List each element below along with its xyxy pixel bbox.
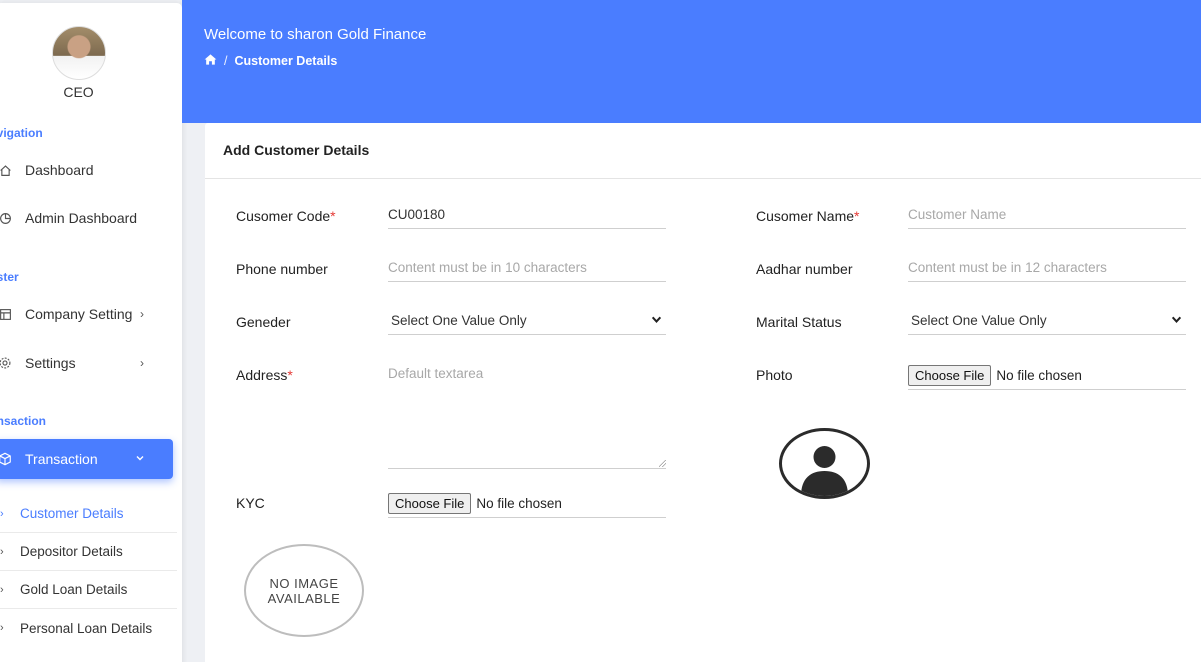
avatar (52, 26, 106, 80)
nav-label: Transaction (25, 451, 98, 467)
address-textarea[interactable]: Default textarea (388, 366, 666, 469)
gear-icon (0, 356, 13, 370)
customer-form-card: Add Customer Details Cusomer Code* CU001… (205, 123, 1201, 662)
nav-company-setting[interactable]: Company Setting › (0, 294, 176, 334)
nav-label: Company Setting (25, 306, 133, 322)
marital-status-label: Marital Status (756, 314, 842, 330)
welcome-text: Welcome to sharon Gold Finance (204, 26, 427, 43)
chevron-down-icon (135, 452, 145, 466)
divider (205, 178, 1201, 179)
choose-file-button[interactable]: Choose File (908, 365, 992, 386)
sub-item-customer-details[interactable]: › Customer Details (0, 495, 177, 533)
chevron-right-icon: › (0, 507, 4, 520)
photo-label: Photo (756, 367, 793, 383)
file-status: No file chosen (476, 496, 562, 511)
customer-name-input[interactable]: Customer Name (908, 201, 1186, 229)
layout-icon (0, 308, 13, 321)
phone-input[interactable]: Content must be in 10 characters (388, 254, 666, 282)
marital-status-selected: Select One Value Only (911, 313, 1047, 328)
phone-label: Phone number (236, 261, 328, 277)
chevron-right-icon: › (0, 545, 4, 558)
nav-dashboard[interactable]: Dashboard (0, 150, 176, 190)
photo-file-input[interactable]: Choose File No file chosen (908, 362, 1186, 390)
cube-icon (0, 452, 13, 466)
chevron-down-icon (651, 314, 662, 328)
nav-label: Admin Dashboard (25, 210, 138, 226)
sub-item-label: Customer Details (20, 506, 124, 521)
gender-select[interactable]: Select One Value Only (388, 307, 666, 335)
section-transaction: ansaction (0, 414, 47, 428)
nav-settings[interactable]: Settings › (0, 343, 176, 383)
address-label: Address* (236, 367, 293, 383)
customer-name-label: Cusomer Name* (756, 208, 860, 224)
card-title: Add Customer Details (223, 142, 370, 158)
sub-item-depositor-details[interactable]: › Depositor Details (0, 533, 177, 571)
section-navigation: avigation (0, 126, 43, 140)
chevron-down-icon (1171, 314, 1182, 328)
file-status: No file chosen (996, 368, 1082, 383)
customer-code-input[interactable]: CU00180 (388, 201, 666, 229)
sub-item-label: Personal Loan Details (20, 620, 153, 636)
nav-admin-dashboard[interactable]: Admin Dashboard (0, 198, 176, 238)
nav-label: Settings (25, 355, 76, 371)
chevron-right-icon: › (0, 583, 4, 596)
aadhar-input[interactable]: Content must be in 12 characters (908, 254, 1186, 282)
marital-status-select[interactable]: Select One Value Only (908, 307, 1186, 335)
sub-item-label: Depositor Details (20, 544, 123, 559)
aadhar-label: Aadhar number (756, 261, 853, 277)
kyc-label: KYC (236, 495, 265, 511)
sub-item-label: Gold Loan Details (20, 582, 128, 597)
user-placeholder-icon (779, 428, 870, 499)
section-master: aster (0, 270, 19, 284)
no-image-text: AVAILABLE (267, 590, 341, 606)
no-image-placeholder: NO IMAGE AVAILABLE (244, 544, 364, 637)
gender-selected: Select One Value Only (391, 313, 527, 328)
user-role: CEO (63, 84, 94, 100)
sub-item-personal-loan-details[interactable]: › Personal Loan Details (0, 609, 177, 647)
breadcrumb-current: Customer Details (234, 54, 338, 68)
sidebar: CEO avigation Dashboard Admin Dashboard … (0, 3, 182, 662)
nav-transaction[interactable]: Transaction (0, 439, 173, 479)
chevron-right-icon: › (0, 622, 4, 634)
sub-item-gold-loan-details[interactable]: › Gold Loan Details (0, 571, 177, 609)
breadcrumb: / Customer Details (204, 54, 337, 68)
chevron-right-icon: › (140, 356, 144, 370)
customer-code-label: Cusomer Code* (236, 208, 336, 224)
kyc-file-input[interactable]: Choose File No file chosen (388, 490, 666, 518)
nav-label: Dashboard (25, 162, 94, 178)
breadcrumb-separator: / (224, 54, 228, 68)
resize-handle[interactable] (659, 460, 666, 467)
address-placeholder: Default textarea (388, 366, 484, 381)
chevron-right-icon: › (140, 307, 144, 321)
no-image-text: NO IMAGE (269, 575, 339, 591)
choose-file-button[interactable]: Choose File (388, 493, 472, 514)
home-icon[interactable] (204, 54, 217, 68)
gender-label: Geneder (236, 314, 291, 330)
home-icon (0, 164, 13, 177)
pie-chart-icon (0, 212, 13, 225)
